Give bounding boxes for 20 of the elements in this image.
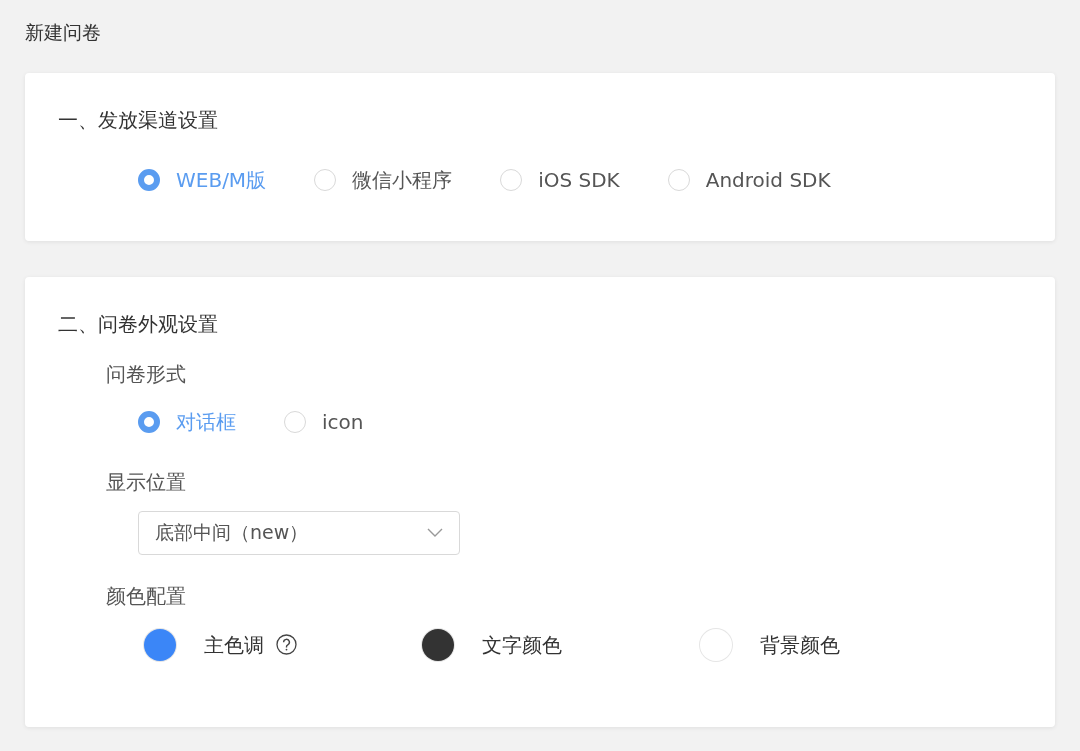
help-icon[interactable] bbox=[276, 634, 297, 655]
field-label: 显示位置 bbox=[106, 468, 187, 496]
radio-option[interactable]: Android SDK bbox=[667, 164, 831, 195]
color-swatch[interactable] bbox=[144, 628, 176, 661]
radio-option[interactable]: icon bbox=[284, 406, 364, 437]
page-title: 新建问卷 bbox=[25, 20, 102, 45]
color-label: 文字颜色 bbox=[482, 631, 562, 659]
radio-option[interactable]: iOS SDK bbox=[500, 164, 620, 195]
position-select[interactable]: 底部中间（new） bbox=[138, 510, 460, 555]
color-swatch[interactable] bbox=[700, 628, 732, 661]
field-label: 颜色配置 bbox=[106, 582, 187, 610]
color-label: 背景颜色 bbox=[760, 631, 840, 659]
select-value: 底部中间（new） bbox=[155, 520, 309, 546]
radio-option[interactable]: 微信小程序 bbox=[314, 164, 453, 195]
color-swatch[interactable] bbox=[422, 628, 454, 661]
chevron-down-icon bbox=[427, 528, 443, 537]
section-title: 二、问卷外观设置 bbox=[58, 310, 219, 338]
field-label: 问卷形式 bbox=[106, 360, 187, 388]
color-label: 主色调 bbox=[204, 631, 264, 659]
section-title: 一、发放渠道设置 bbox=[58, 106, 219, 134]
